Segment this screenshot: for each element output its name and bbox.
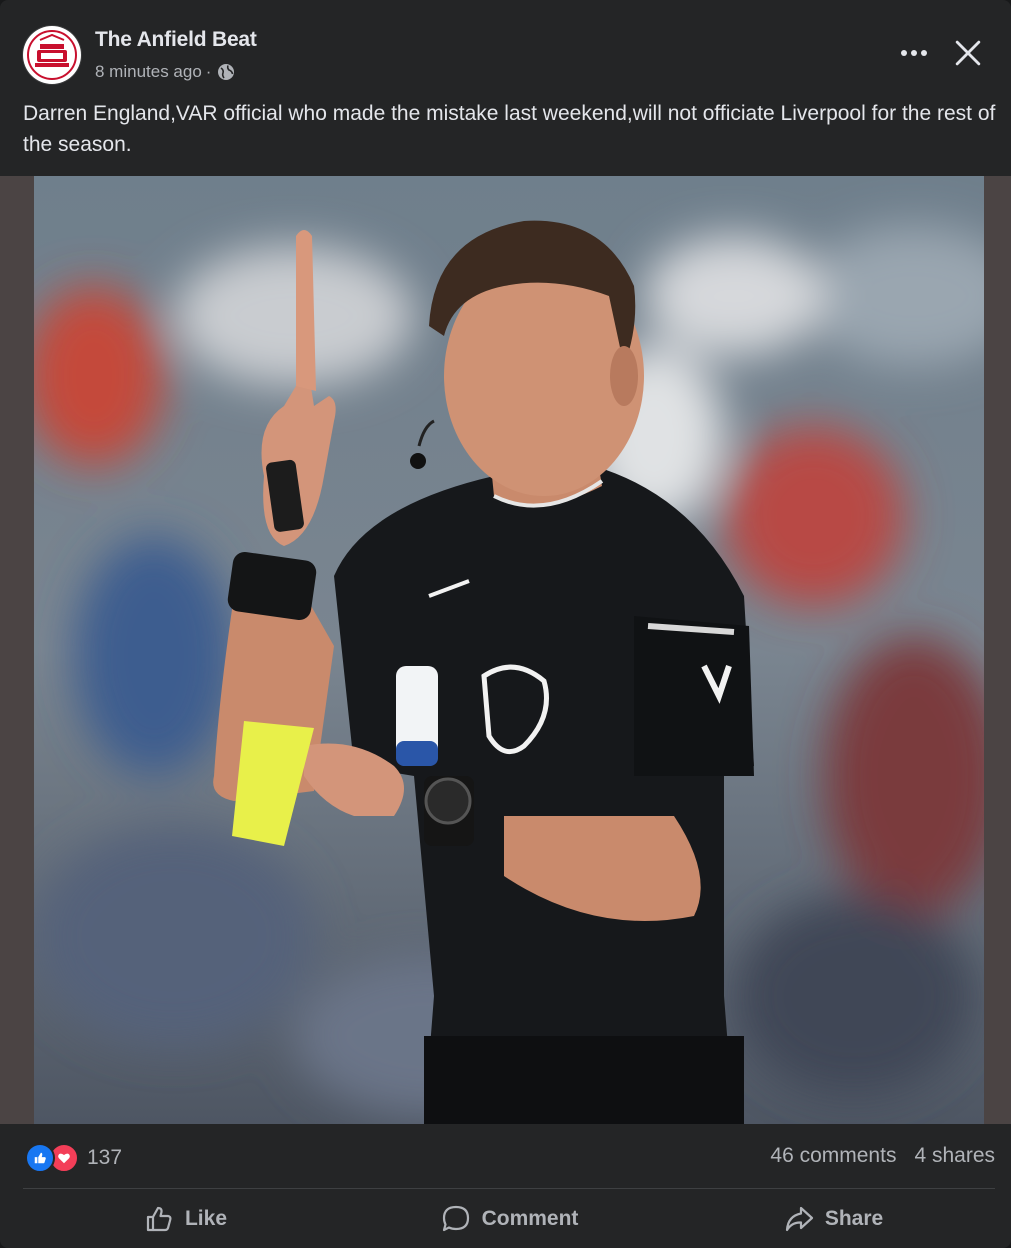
close-button[interactable] xyxy=(948,33,988,73)
more-options-icon xyxy=(901,50,927,56)
globe-icon xyxy=(217,63,235,81)
share-button[interactable]: Share xyxy=(671,1190,995,1248)
post-header: The Anfield Beat 8 minutes ago · xyxy=(0,0,1011,90)
shares-count-link[interactable]: 4 shares xyxy=(914,1144,995,1168)
club-crest-logo xyxy=(24,27,80,83)
comment-icon xyxy=(442,1205,469,1232)
comments-count-link[interactable]: 46 comments xyxy=(770,1144,896,1168)
reaction-count: 137 xyxy=(87,1146,123,1169)
like-button[interactable]: Like xyxy=(23,1190,347,1248)
comment-button[interactable]: Comment xyxy=(347,1190,671,1248)
post-stats: 137 46 comments 4 shares xyxy=(0,1124,1011,1188)
post-timestamp[interactable]: 8 minutes ago xyxy=(95,62,202,82)
post-photo[interactable] xyxy=(34,176,984,1124)
actions-divider xyxy=(23,1188,995,1189)
post-media[interactable] xyxy=(0,176,1011,1124)
post-meta: 8 minutes ago · xyxy=(95,62,235,82)
share-label: Share xyxy=(824,1207,884,1230)
page-avatar[interactable] xyxy=(23,26,81,84)
referee-photo-illustration xyxy=(34,176,984,1124)
close-icon xyxy=(955,40,981,66)
post-actions: Like Comment Share xyxy=(23,1190,995,1248)
post-caption: Darren England,VAR official who made the… xyxy=(23,102,996,156)
comment-label: Comment xyxy=(481,1207,579,1230)
share-arrow-icon xyxy=(785,1206,813,1232)
meta-separator: · xyxy=(205,62,212,81)
page-name[interactable]: The Anfield Beat xyxy=(95,28,257,52)
more-options-button[interactable] xyxy=(894,36,934,70)
like-reaction-icon xyxy=(25,1143,55,1173)
like-label: Like xyxy=(184,1207,228,1230)
thumbs-up-icon xyxy=(146,1206,172,1232)
reactions-summary[interactable]: 137 xyxy=(25,1143,122,1173)
engagement-counts: 46 comments 4 shares xyxy=(770,1144,995,1168)
feed-post: The Anfield Beat 8 minutes ago · Darren … xyxy=(0,0,1011,1248)
